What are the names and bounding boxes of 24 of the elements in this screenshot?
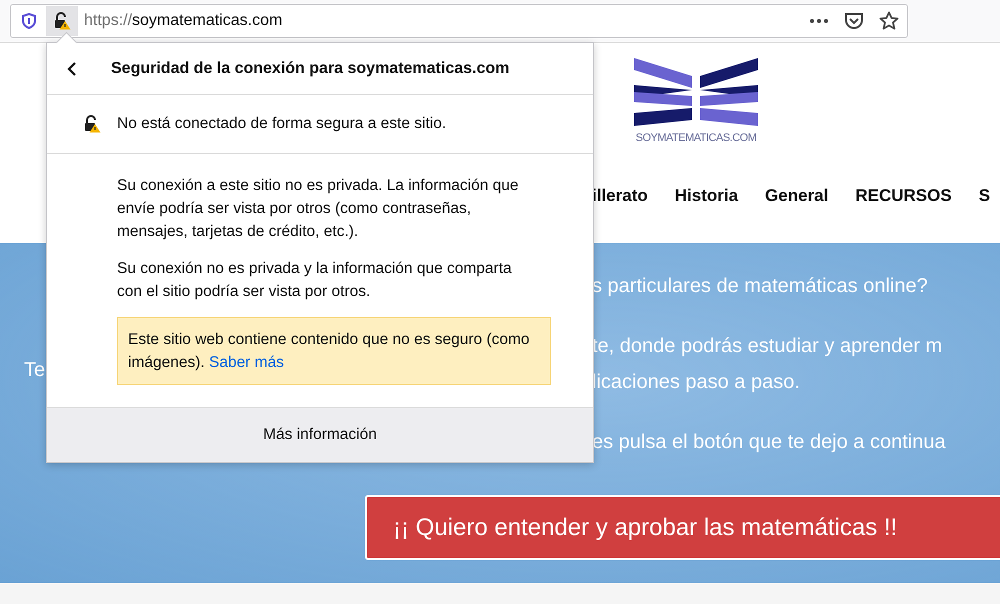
nav-link[interactable]: General [765,186,828,206]
shield-icon[interactable] [21,13,37,29]
hero-text: licaciones paso a paso. [592,370,801,395]
insecure-lock-icon[interactable] [46,6,78,36]
pocket-icon[interactable] [844,12,864,30]
panel-paragraph: Su conexión a este sitio no es privada. La información que envíe podría ser vista por otros (como contraseñas, mensajes, tarjetas de crédito, etc.). [117,176,520,242]
more-icon[interactable] [809,18,829,24]
nav-link[interactable]: Historia [674,186,738,206]
warning-text: Este sitio web contiene contenido que no es seguro (como imágenes). Saber más [128,330,531,373]
panel-paragraph: Su conexión no es privada y la información que comparta con el sitio podría ser vista por otros. [117,259,513,302]
nav-link[interactable]: S [978,186,990,206]
panel-title: Seguridad de la conexión para soymatematicas.com [111,60,510,78]
logo-text: SOYMATEMATICAS.COM [636,132,756,144]
more-info-button[interactable]: Más información [47,407,593,462]
bookmark-star-icon[interactable] [879,11,899,31]
nav-link[interactable]: RECURSOS [855,186,952,206]
address-bar[interactable]: https://soymatematicas.com [10,4,908,38]
nav-link[interactable]: illerato [592,186,648,206]
learn-more-link[interactable]: Saber más [208,354,284,371]
insecure-lock-icon [83,115,101,133]
hero-text: Te [24,359,46,381]
connection-status: No está conectado de forma segura a este sitio. [117,115,446,133]
cta-button[interactable]: ¡¡ Quiero entender y aprobar las matemáticas !! [365,495,1000,560]
back-icon[interactable] [67,60,77,76]
